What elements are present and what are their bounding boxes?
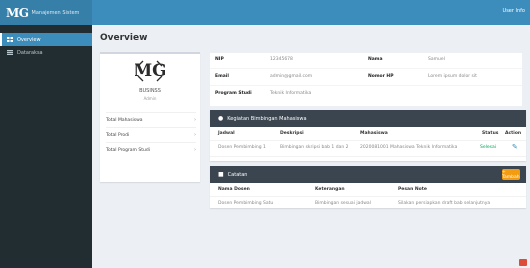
table-cell: Silakan persiapkan draft bab selanjutnya bbox=[398, 201, 491, 206]
dashboard-icon bbox=[7, 37, 13, 42]
info-label: NIP bbox=[215, 57, 224, 62]
profile-link-total-mahasiswa[interactable]: Total Mahasiswa › bbox=[106, 112, 196, 127]
brand[interactable]: MG Manajemen Sistem bbox=[0, 0, 92, 25]
brand-name: Manajemen Sistem bbox=[31, 9, 80, 16]
sidebar-menu: Overview Dataraksa bbox=[0, 33, 92, 59]
brand-logo: MG bbox=[6, 5, 29, 20]
table-header-row: Jadwal Deskripsi Mahasiswa Status Action bbox=[210, 127, 526, 141]
app-root: MG Manajemen Sistem Overview Dataraksa U… bbox=[0, 0, 530, 268]
column-header: Nama Dosen bbox=[218, 187, 250, 192]
info-label: Email bbox=[215, 74, 229, 79]
user-menu[interactable]: User Info bbox=[503, 8, 525, 14]
column-header: Mahasiswa bbox=[360, 131, 388, 136]
profile-info: NIP 12345678 Nama Samuel Email admin@gma… bbox=[210, 53, 522, 106]
profile-link-label: Total Prodi bbox=[106, 132, 130, 138]
info-value: 12345678 bbox=[270, 57, 293, 62]
column-header: Jadwal bbox=[218, 131, 235, 136]
sidebar-item-dataraksa[interactable]: Dataraksa bbox=[0, 46, 92, 59]
info-row: NIP 12345678 Nama Samuel bbox=[210, 53, 522, 69]
column-header: Pesan Note bbox=[398, 187, 427, 192]
box-header: ● Kegiatan Bimbingan Mahasiswa bbox=[210, 110, 526, 127]
info-label: Nomor HP bbox=[368, 74, 394, 79]
info-row: Email admin@gmail.com Nomor HP Lorem ips… bbox=[210, 70, 522, 86]
profile-link-label: Total Mahasiswa bbox=[106, 117, 143, 123]
box-title: Kegiatan Bimbingan Mahasiswa bbox=[227, 115, 307, 122]
catatan-table: Nama Dosen Keterangan Pesan Note Dosen P… bbox=[210, 183, 526, 213]
table-cell: Dosen Pembimbing 1 bbox=[218, 145, 266, 150]
info-row: Program Studi Teknik Informatika bbox=[210, 87, 522, 103]
chevron-right-icon: › bbox=[194, 132, 196, 138]
info-value: Teknik Informatika bbox=[270, 91, 312, 96]
status-badge: Selesai bbox=[480, 145, 496, 150]
table-cell: Bimbingan skripsi bab 1 dan 2 bbox=[280, 145, 349, 150]
profile-logo: MG bbox=[133, 58, 167, 84]
column-header: Action bbox=[505, 131, 522, 136]
sidebar-item-label: Overview bbox=[17, 36, 41, 43]
box-header: ■ Catatan + Tambah bbox=[210, 166, 526, 183]
note-icon: ■ bbox=[218, 171, 224, 178]
sidebar: MG Manajemen Sistem Overview Dataraksa bbox=[0, 0, 92, 268]
column-header: Deskripsi bbox=[280, 131, 304, 136]
info-label: Nama bbox=[368, 57, 383, 62]
profile-role: Admin bbox=[143, 96, 157, 101]
box-title: Catatan bbox=[227, 171, 248, 178]
table-row: Dosen Pembimbing Satu Bimbingan sesuai j… bbox=[210, 197, 526, 213]
profile-card: MG BUSINSS Admin Total Mahasiswa › Total… bbox=[100, 52, 200, 182]
chevron-right-icon: › bbox=[194, 147, 196, 153]
user-icon: ● bbox=[218, 115, 224, 122]
kegiatan-bimbingan-box: ● Kegiatan Bimbingan Mahasiswa Jadwal De… bbox=[210, 110, 526, 161]
table-cell: Dosen Pembimbing Satu bbox=[218, 201, 274, 206]
top-navbar: User Info bbox=[92, 0, 530, 25]
database-icon bbox=[7, 50, 13, 55]
page-title: Overview bbox=[100, 33, 148, 43]
table-cell: Bimbingan sesuai jadwal bbox=[315, 201, 371, 206]
profile-name: BUSINSS bbox=[139, 88, 161, 94]
info-value: admin@gmail.com bbox=[270, 74, 313, 79]
sidebar-item-label: Dataraksa bbox=[17, 49, 43, 56]
info-value: Samuel bbox=[428, 57, 445, 62]
edit-icon[interactable]: ✎ bbox=[512, 143, 518, 151]
column-header: Status bbox=[482, 131, 499, 136]
chat-icon[interactable] bbox=[519, 259, 527, 266]
table-row: Dosen Pembimbing 1 Bimbingan skripsi bab… bbox=[210, 141, 526, 157]
profile-link-total-prodi[interactable]: Total Prodi › bbox=[106, 127, 196, 142]
info-value: Lorem ipsum dolor sit bbox=[428, 74, 477, 79]
column-header: Keterangan bbox=[315, 187, 345, 192]
sidebar-item-overview[interactable]: Overview bbox=[0, 33, 92, 46]
chevron-right-icon: › bbox=[194, 117, 196, 123]
kegiatan-table: Jadwal Deskripsi Mahasiswa Status Action… bbox=[210, 127, 526, 157]
table-header-row: Nama Dosen Keterangan Pesan Note bbox=[210, 183, 526, 197]
info-label: Program Studi bbox=[215, 91, 252, 96]
table-cell: 2020081001 Mahasiswa Teknik Informatika bbox=[360, 145, 458, 150]
profile-link-label: Total Program Studi bbox=[106, 147, 150, 153]
add-note-button[interactable]: + Tambah bbox=[502, 169, 520, 180]
profile-link-total-program-studi[interactable]: Total Program Studi › bbox=[106, 142, 196, 157]
catatan-box: ■ Catatan + Tambah Nama Dosen Keterangan… bbox=[210, 166, 526, 208]
